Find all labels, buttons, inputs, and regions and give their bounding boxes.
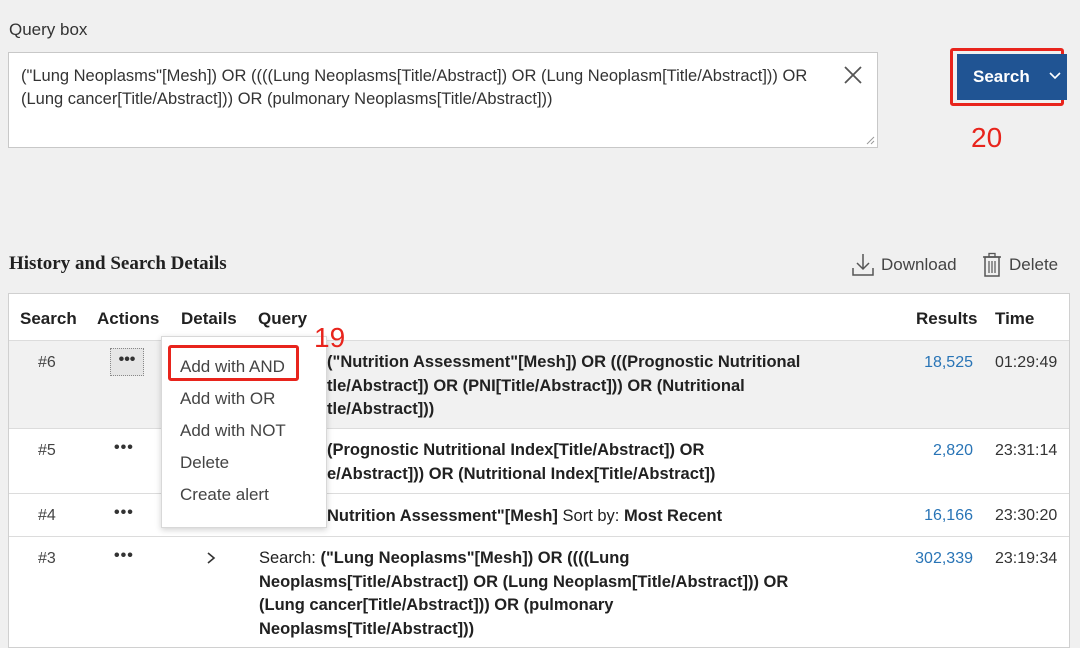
actions-menu-button[interactable]: ••• xyxy=(114,439,134,457)
query-line: ("Lung Neoplasms"[Mesh]) OR ((((Lung xyxy=(320,549,630,567)
col-details: Details xyxy=(181,309,237,328)
results-link[interactable]: 302,339 xyxy=(915,550,973,568)
time-cell: 01:29:49 xyxy=(995,354,1058,371)
sort-value: Most Recent xyxy=(623,507,723,525)
actions-menu-button[interactable]: ••• xyxy=(110,348,144,376)
download-label: Download xyxy=(881,255,957,274)
actions-menu-button[interactable]: ••• xyxy=(114,547,134,565)
time-cell: 23:31:14 xyxy=(995,442,1058,459)
time-cell: 23:30:20 xyxy=(995,507,1058,524)
search-number: #4 xyxy=(38,507,56,524)
query-cell: Search: ("Lung Neoplasms"[Mesh]) OR ((((… xyxy=(259,547,829,641)
search-number: #6 xyxy=(38,354,56,371)
menu-item-delete[interactable]: Delete xyxy=(180,453,229,473)
query-line: tle/Abstract])) xyxy=(327,400,435,418)
clear-icon[interactable] xyxy=(841,63,865,87)
results-link[interactable]: 16,166 xyxy=(924,507,973,525)
menu-item-highlight xyxy=(168,345,299,381)
trash-icon xyxy=(983,252,1001,277)
query-text[interactable]: ("Lung Neoplasms"[Mesh]) OR ((((Lung Neo… xyxy=(21,65,836,111)
col-results: Results xyxy=(916,309,978,328)
actions-menu-button[interactable]: ••• xyxy=(114,504,134,522)
query-cell: ("Nutrition Assessment"[Mesh]) OR (((Pro… xyxy=(327,351,897,422)
col-search: Search xyxy=(20,309,77,328)
menu-item-add-with-or[interactable]: Add with OR xyxy=(180,389,275,409)
query-cell: Nutrition Assessment"[Mesh] Sort by: Mos… xyxy=(327,505,897,529)
query-main: Nutrition Assessment"[Mesh] xyxy=(327,507,558,525)
menu-item-create-alert[interactable]: Create alert xyxy=(180,485,269,505)
annotation-20: 20 xyxy=(971,122,1003,153)
annotation-19: 19 xyxy=(314,322,346,353)
results-link[interactable]: 18,525 xyxy=(924,354,973,372)
query-line: Neoplasms[Title/Abstract])) xyxy=(259,619,475,638)
query-prefix: Search: xyxy=(259,549,316,567)
search-number: #3 xyxy=(38,550,56,567)
download-icon xyxy=(852,254,874,276)
delete-label: Delete xyxy=(1009,255,1059,274)
query-line: Neoplasms[Title/Abstract]) OR (Lung Neop… xyxy=(259,572,789,591)
query-cell: (Prognostic Nutritional Index[Title/Abst… xyxy=(327,439,897,486)
chevron-right-icon[interactable] xyxy=(204,551,218,565)
resize-grip-icon[interactable] xyxy=(865,135,875,145)
history-title: History and Search Details xyxy=(9,253,227,274)
col-time: Time xyxy=(995,309,1035,328)
results-link[interactable]: 2,820 xyxy=(933,442,973,460)
col-actions: Actions xyxy=(97,309,160,328)
sort-label: Sort by: xyxy=(562,507,620,525)
query-line: e/Abstract])) OR (Nutritional Index[Titl… xyxy=(327,464,716,483)
time-cell: 23:19:34 xyxy=(995,550,1058,567)
col-query: Query xyxy=(258,309,308,328)
menu-item-add-with-not[interactable]: Add with NOT xyxy=(180,421,286,441)
query-textarea[interactable]: ("Lung Neoplasms"[Mesh]) OR ((((Lung Neo… xyxy=(8,52,878,148)
query-line: ("Nutrition Assessment"[Mesh]) OR (((Pro… xyxy=(327,353,801,371)
chevron-down-icon[interactable] xyxy=(1047,70,1063,82)
search-number: #5 xyxy=(38,442,56,459)
query-line: (Lung cancer[Title/Abstract])) OR (pulmo… xyxy=(259,596,614,614)
delete-history-button[interactable]: Delete xyxy=(981,252,1058,278)
download-button[interactable]: Download xyxy=(851,252,957,278)
query-line: (Prognostic Nutritional Index[Title/Abst… xyxy=(327,441,705,459)
query-box-label: Query box xyxy=(9,20,88,39)
query-line: tle/Abstract]) OR (PNI[Title/Abstract]))… xyxy=(327,376,745,395)
table-row: #3 ••• Search: ("Lung Neoplasms"[Mesh]) … xyxy=(9,536,1069,647)
